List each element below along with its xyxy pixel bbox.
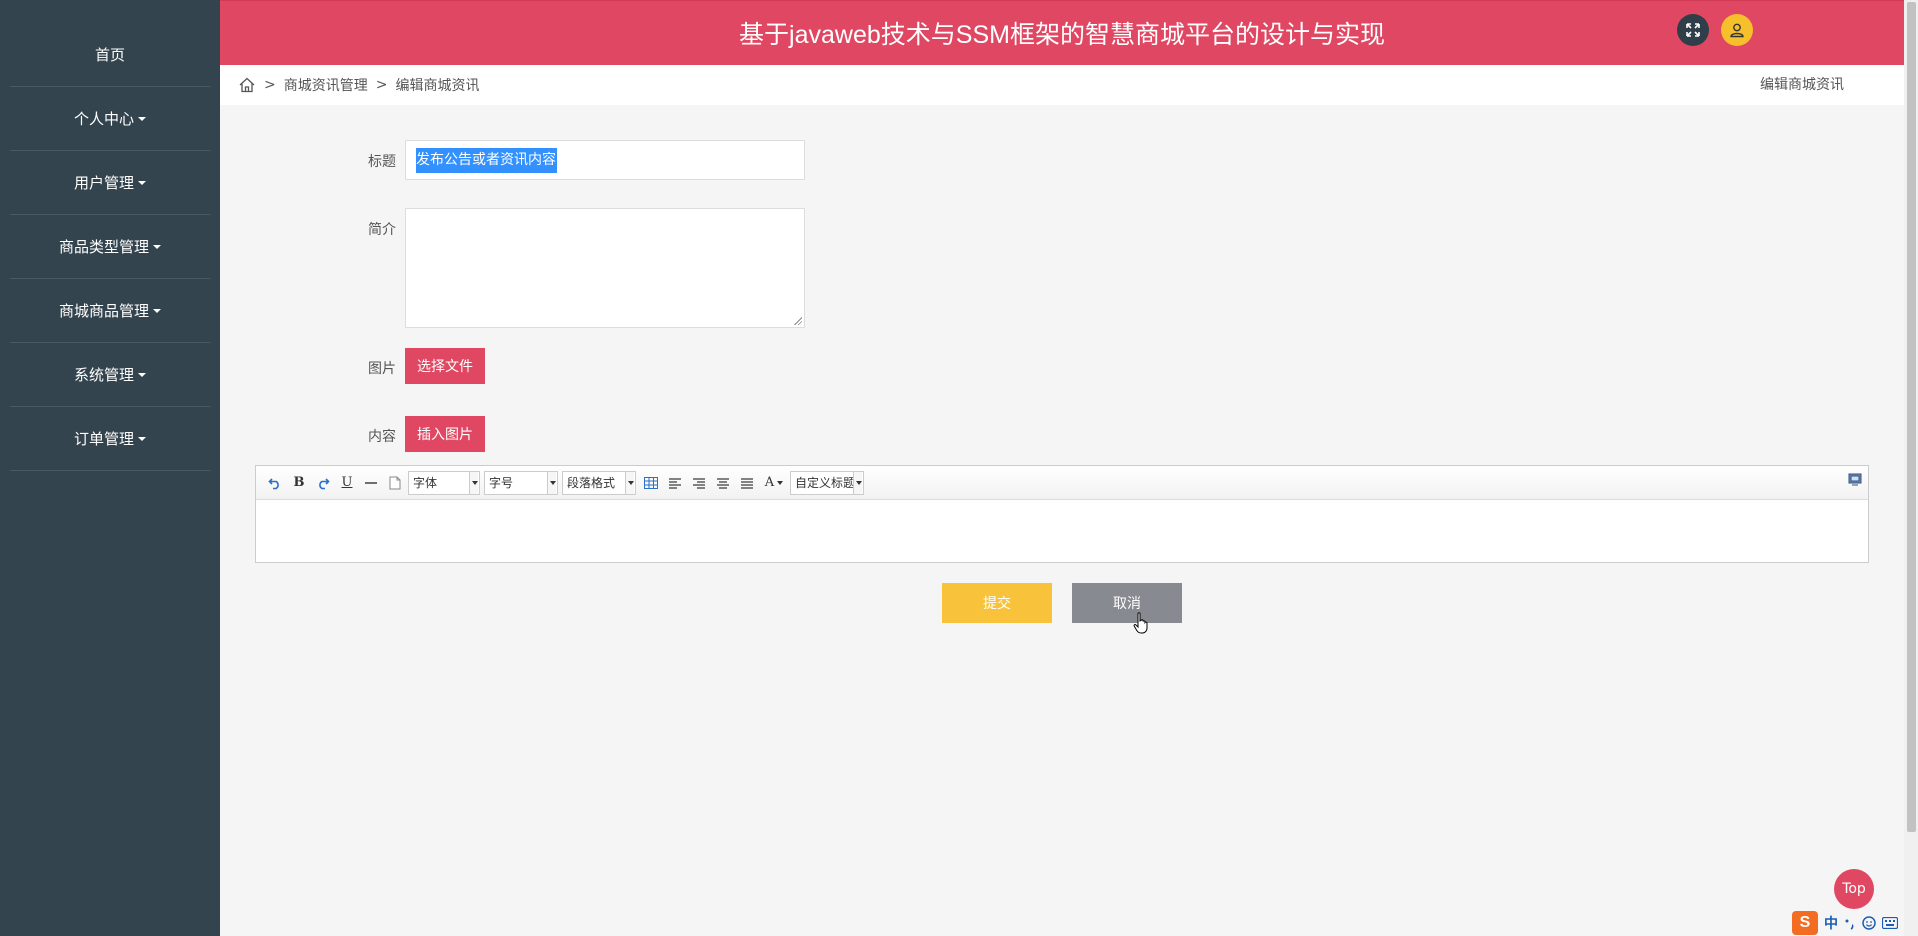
caret-down-icon <box>628 480 634 485</box>
caret-down-icon <box>138 116 146 121</box>
header-bar: 基于javaweb技术与SSM框架的智慧商城平台的设计与实现 <box>220 0 1904 65</box>
sidebar-item-label: 首页 <box>94 46 125 64</box>
undo-icon[interactable] <box>264 472 286 494</box>
align-right-icon[interactable] <box>688 472 710 494</box>
insert-image-button[interactable]: 插入图片 <box>405 416 485 452</box>
sidebar-item-label: 商城商品管理 <box>58 302 149 320</box>
paragraph-format-value: 段落格式 <box>567 475 616 490</box>
sidebar-item-user-management[interactable]: 用户管理 <box>10 151 210 215</box>
caret-down-icon <box>153 244 161 249</box>
sidebar-item-label: 个人中心 <box>73 110 134 128</box>
sidebar-item-label: 订单管理 <box>73 430 134 448</box>
ime-language-toggle[interactable]: 中 <box>1824 913 1838 933</box>
content-label: 内容 <box>368 429 396 445</box>
fullscreen-button[interactable] <box>1677 14 1709 46</box>
page-title: 基于javaweb技术与SSM框架的智慧商城平台的设计与实现 <box>739 21 1385 49</box>
sidebar-item-label: 用户管理 <box>73 174 134 192</box>
editor-content-area[interactable] <box>256 500 1868 562</box>
sidebar-item-personal-center[interactable]: 个人中心 <box>10 87 210 151</box>
fullscreen-editor-icon[interactable] <box>1848 472 1862 490</box>
caret-down-icon <box>138 180 146 185</box>
font-family-select[interactable]: 字体 <box>408 470 480 495</box>
user-icon <box>1730 23 1744 38</box>
home-icon[interactable] <box>238 76 256 94</box>
ime-toolbar: S 中 <box>1792 910 1918 936</box>
sidebar: 首页 个人中心 用户管理 商品类型管理 商城商品管理 系统管理 订单管理 <box>0 0 220 936</box>
expand-icon <box>1686 23 1700 37</box>
sidebar-item-category-management[interactable]: 商品类型管理 <box>10 215 210 279</box>
title-label: 标题 <box>368 154 396 170</box>
font-family-value: 字体 <box>413 475 438 490</box>
intro-label: 简介 <box>368 222 396 238</box>
redo-icon[interactable] <box>312 472 334 494</box>
resize-handle-icon[interactable] <box>794 317 802 325</box>
paragraph-format-select[interactable]: 段落格式 <box>562 470 636 495</box>
custom-title-select[interactable]: 自定义标题 <box>790 470 864 495</box>
caret-down-icon <box>138 436 146 441</box>
blank-page-icon[interactable] <box>384 472 406 494</box>
align-left-icon[interactable] <box>664 472 686 494</box>
page-scrollbar[interactable] <box>1904 0 1918 936</box>
sidebar-item-order-management[interactable]: 订单管理 <box>10 407 210 471</box>
caret-down-icon <box>472 480 478 485</box>
punctuation-icon[interactable] <box>1844 916 1856 930</box>
keyboard-icon[interactable] <box>1882 917 1898 929</box>
cancel-button[interactable]: 取消 <box>1072 583 1182 623</box>
hand-cursor-icon <box>1133 612 1148 634</box>
emoji-icon[interactable] <box>1862 916 1876 930</box>
align-justify-icon[interactable] <box>736 472 758 494</box>
caret-down-icon <box>856 480 862 485</box>
back-to-top-button[interactable]: Top <box>1834 869 1874 909</box>
font-color-icon[interactable]: A <box>760 472 788 494</box>
editor-toolbar: B U 字体 字号 段落格式 A 自定义标题 <box>256 466 1868 500</box>
submit-button[interactable]: 提交 <box>942 583 1052 623</box>
caret-down-icon <box>153 308 161 313</box>
underline-icon[interactable]: U <box>336 472 358 494</box>
breadcrumb: > 商城资讯管理 > 编辑商城资讯 <box>238 65 479 105</box>
font-size-select[interactable]: 字号 <box>484 470 558 495</box>
custom-title-value: 自定义标题 <box>795 475 856 490</box>
rich-text-editor: B U 字体 字号 段落格式 A 自定义标题 <box>255 465 1869 563</box>
breadcrumb-separator: > <box>375 77 388 93</box>
breadcrumb-bar: > 商城资讯管理 > 编辑商城资讯 编辑商城资讯 <box>220 65 1904 105</box>
page-subtitle: 编辑商城资讯 <box>1760 77 1844 93</box>
breadcrumb-separator: > <box>264 77 276 93</box>
breadcrumb-news-management[interactable]: 商城资讯管理 <box>284 75 368 95</box>
intro-textarea[interactable] <box>405 208 805 328</box>
sidebar-item-label: 系统管理 <box>73 366 134 384</box>
scrollbar-thumb[interactable] <box>1907 2 1916 832</box>
title-input-value: 发布公告或者资讯内容 <box>416 148 557 173</box>
image-label: 图片 <box>368 361 396 377</box>
font-size-value: 字号 <box>489 475 514 490</box>
sogou-ime-logo-icon[interactable]: S <box>1792 911 1818 935</box>
caret-down-icon <box>138 372 146 377</box>
sidebar-item-label: 商品类型管理 <box>58 238 149 256</box>
bold-icon[interactable]: B <box>288 472 310 494</box>
user-menu-button[interactable] <box>1721 14 1753 46</box>
breadcrumb-edit-news: 编辑商城资讯 <box>395 78 480 94</box>
align-center-icon[interactable] <box>712 472 734 494</box>
horizontal-rule-icon[interactable] <box>360 472 382 494</box>
title-input[interactable]: 发布公告或者资讯内容 <box>405 140 805 180</box>
sidebar-item-home[interactable]: 首页 <box>10 23 210 87</box>
table-icon[interactable] <box>640 472 662 494</box>
choose-file-button[interactable]: 选择文件 <box>405 348 485 384</box>
sidebar-item-system-management[interactable]: 系统管理 <box>10 343 210 407</box>
caret-down-icon <box>550 480 556 485</box>
sidebar-item-product-management[interactable]: 商城商品管理 <box>10 279 210 343</box>
